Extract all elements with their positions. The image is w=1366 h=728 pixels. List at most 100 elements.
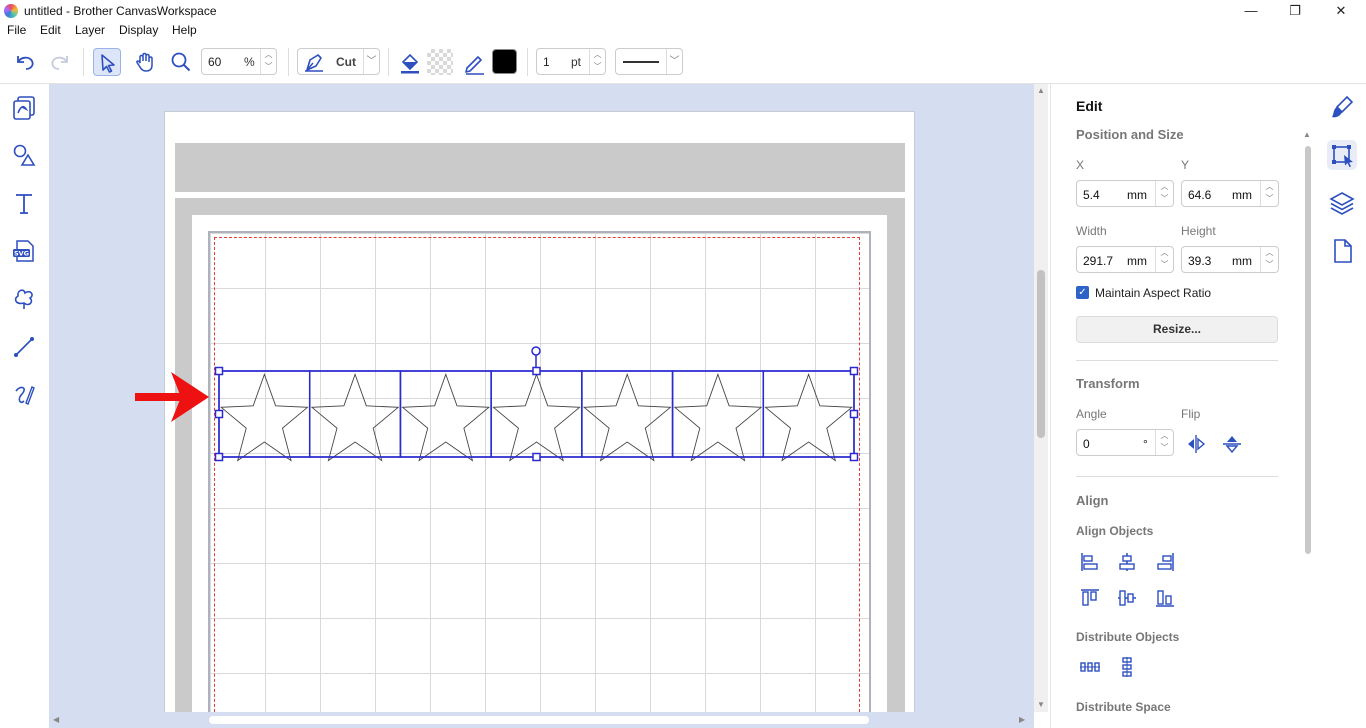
horizontal-scroll-thumb[interactable]	[209, 716, 869, 724]
right-tab-bar	[1318, 84, 1366, 728]
zoom-stepper[interactable]: ︿ ﹀	[260, 49, 276, 74]
line-color-swatch[interactable]	[492, 49, 517, 74]
angle-field[interactable]: 0 ° ︿ ﹀	[1076, 429, 1174, 456]
resize-handle	[849, 409, 859, 419]
star-bounding-box	[399, 370, 492, 458]
distribute-vertical-icon[interactable]	[1116, 656, 1138, 678]
redo-icon[interactable]	[46, 48, 74, 76]
svg-import-icon[interactable]: SVG	[10, 237, 38, 265]
fill-bucket-icon[interactable]	[396, 48, 424, 76]
height-unit: mm	[1232, 254, 1252, 268]
canvas-area[interactable]	[49, 84, 1034, 712]
align-left-icon[interactable]	[1079, 551, 1101, 573]
align-top-icon[interactable]	[1079, 587, 1101, 609]
app-logo-icon	[4, 4, 18, 18]
height-value: 39.3	[1188, 254, 1212, 268]
toolbar-divider	[83, 48, 84, 76]
scroll-up-icon[interactable]: ▲	[1303, 130, 1311, 139]
panel-scroll-thumb[interactable]	[1305, 146, 1311, 554]
paint-brush-icon[interactable]	[1327, 92, 1357, 122]
star-shape	[220, 373, 309, 462]
scroll-left-icon[interactable]: ◀	[53, 715, 59, 724]
page-icon[interactable]	[1327, 236, 1357, 266]
resize-handle	[214, 366, 224, 376]
angle-stepper[interactable]: ︿ ﹀	[1155, 430, 1173, 455]
menu-layer[interactable]: Layer	[75, 23, 105, 37]
line-style-dropdown[interactable]: ﹀	[615, 48, 683, 75]
transparent-fill-icon[interactable]	[427, 49, 453, 75]
distribute-horizontal-icon[interactable]	[1079, 656, 1101, 678]
vertical-scrollbar[interactable]: ▲ ▼	[1034, 84, 1048, 712]
y-value: 64.6	[1188, 188, 1212, 202]
menu-help[interactable]: Help	[172, 23, 197, 37]
y-position-field[interactable]: 64.6 mm ︿ ﹀	[1181, 180, 1279, 207]
star-bounding-box	[218, 370, 311, 458]
edit-transform-icon[interactable]	[1327, 140, 1357, 170]
zoom-value: 60	[208, 55, 222, 69]
shape-library-icon[interactable]	[10, 285, 38, 313]
zoom-magnifier-icon[interactable]	[167, 48, 195, 76]
maintain-aspect-checkbox[interactable]: ✓	[1076, 286, 1089, 299]
star-bounding-box	[490, 370, 583, 458]
height-field[interactable]: 39.3 mm ︿ ﹀	[1181, 246, 1279, 273]
zoom-input[interactable]: 60 % ︿ ﹀	[201, 48, 277, 75]
maximize-button[interactable]: ❐	[1272, 0, 1318, 22]
minimize-button[interactable]: —	[1228, 0, 1274, 22]
templates-icon[interactable]	[10, 93, 38, 121]
line-width-stepper[interactable]: ︿ ﹀	[589, 49, 605, 74]
mat-header-strip	[175, 143, 905, 192]
freehand-tool-icon[interactable]	[10, 381, 38, 409]
section-divider	[1076, 476, 1278, 477]
pen-cut-icon	[302, 50, 326, 74]
flip-vertical-icon[interactable]	[1221, 433, 1243, 455]
resize-button[interactable]: Resize...	[1076, 316, 1278, 343]
width-field[interactable]: 291.7 mm ︿ ﹀	[1076, 246, 1174, 273]
panel-scrollbar[interactable]: ▲	[1302, 130, 1312, 728]
width-stepper[interactable]: ︿ ﹀	[1155, 247, 1173, 272]
star-bounding-box	[308, 370, 402, 458]
align-bottom-icon[interactable]	[1154, 587, 1176, 609]
maintain-aspect-label: Maintain Aspect Ratio	[1095, 286, 1212, 300]
distribute-objects-label: Distribute Objects	[1076, 630, 1180, 644]
shapes-icon[interactable]	[10, 141, 38, 169]
resize-handle	[849, 366, 859, 376]
toolbar-divider	[388, 48, 389, 76]
star-bounding-box	[671, 370, 765, 458]
star-row-selection[interactable]	[135, 342, 859, 466]
x-position-field[interactable]: 5.4 mm ︿ ﹀	[1076, 180, 1174, 207]
line-tool-icon[interactable]	[10, 333, 38, 361]
menu-file[interactable]: File	[7, 23, 26, 37]
undo-icon[interactable]	[11, 48, 39, 76]
position-size-heading: Position and Size	[1076, 127, 1184, 142]
vertical-scroll-thumb[interactable]	[1037, 270, 1045, 438]
angle-label: Angle	[1076, 407, 1107, 421]
horizontal-scrollbar[interactable]: ◀ ▶	[49, 712, 1034, 728]
text-icon[interactable]	[10, 189, 38, 217]
resize-handle	[214, 409, 224, 419]
scroll-right-icon[interactable]: ▶	[1019, 715, 1025, 724]
close-button[interactable]: ✕	[1318, 0, 1364, 22]
align-right-icon[interactable]	[1154, 551, 1176, 573]
cut-mode-dropdown[interactable]: Cut ﹀	[297, 48, 380, 75]
flip-horizontal-icon[interactable]	[1185, 433, 1207, 455]
line-width-input[interactable]: 1 pt ︿ ﹀	[536, 48, 606, 75]
select-arrow-icon[interactable]	[93, 48, 121, 76]
menu-display[interactable]: Display	[119, 23, 158, 37]
menu-edit[interactable]: Edit	[40, 23, 61, 37]
width-label: Width	[1076, 224, 1107, 238]
layers-icon[interactable]	[1327, 188, 1357, 218]
scroll-down-icon[interactable]: ▼	[1037, 700, 1045, 709]
zoom-unit: %	[244, 55, 255, 69]
line-pen-icon[interactable]	[461, 48, 489, 76]
align-center-horizontal-icon[interactable]	[1116, 551, 1138, 573]
angle-value: 0	[1083, 437, 1090, 451]
x-stepper[interactable]: ︿ ﹀	[1155, 181, 1173, 206]
chevron-down-icon: ﹀	[363, 49, 379, 74]
angle-unit: °	[1143, 437, 1148, 451]
hand-pan-icon[interactable]	[131, 48, 159, 76]
height-stepper[interactable]: ︿ ﹀	[1260, 247, 1278, 272]
align-middle-vertical-icon[interactable]	[1116, 587, 1138, 609]
x-label: X	[1076, 158, 1085, 172]
scroll-up-icon[interactable]: ▲	[1037, 86, 1045, 95]
y-stepper[interactable]: ︿ ﹀	[1260, 181, 1278, 206]
